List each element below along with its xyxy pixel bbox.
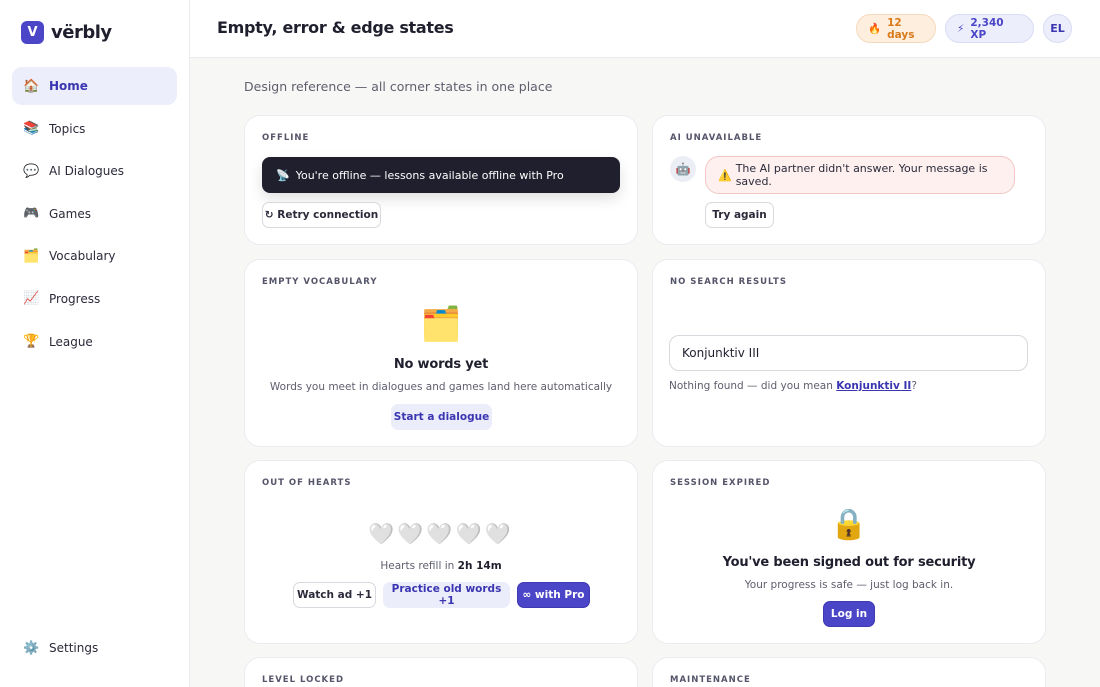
brand-logo[interactable]: V vërbly xyxy=(21,21,112,44)
sidebar-item-vocabulary[interactable]: 🗂️ Vocabulary xyxy=(12,237,177,275)
sidebar-item-label: Topics xyxy=(49,121,86,136)
sidebar-item-league[interactable]: 🏆 League xyxy=(12,323,177,361)
sidebar-item-progress[interactable]: 📈 Progress xyxy=(12,280,177,318)
sidebar-item-label: Settings xyxy=(49,641,99,655)
search-suggestion-prefix: Nothing found — did you mean xyxy=(669,380,837,392)
card-label: NO SEARCH RESULTS xyxy=(670,277,787,287)
session-expired-description: Your progress is safe — just log back in… xyxy=(744,579,954,591)
suggestion-link[interactable]: Konjunktiv II xyxy=(836,380,911,392)
ai-unavailable-card: AI UNAVAILABLE 🤖 ⚠️ The AI partner didn'… xyxy=(652,115,1046,245)
avatar[interactable]: EL xyxy=(1043,14,1072,43)
empty-state-title: No words yet xyxy=(393,357,489,372)
start-dialogue-button[interactable]: Start a dialogue xyxy=(391,404,492,430)
sidebar-item-label: Games xyxy=(49,206,91,221)
page-subtitle: Design reference — all corner states in … xyxy=(244,79,553,94)
try-again-button[interactable]: Try again xyxy=(705,202,774,228)
sidebar-item-topics[interactable]: 📚 Topics xyxy=(12,110,177,148)
card-label: EMPTY VOCABULARY xyxy=(262,277,378,287)
card-label: AI UNAVAILABLE xyxy=(670,133,763,143)
brand-mark: V xyxy=(21,21,44,44)
hearts-refill-prefix: Hearts refill in xyxy=(380,560,458,572)
home-icon: 🏠 xyxy=(23,78,40,94)
streak-badge[interactable]: 🔥 12 days xyxy=(856,14,936,43)
lightning-icon: ⚡ xyxy=(957,22,965,35)
no-search-results-card: NO SEARCH RESULTS Nothing found — did yo… xyxy=(652,259,1046,447)
offline-card: OFFLINE 📡 You're offline — lessons avail… xyxy=(244,115,638,245)
sidebar-settings: ⚙️ Settings xyxy=(12,629,177,672)
chart-up-icon: 📈 xyxy=(23,291,40,307)
sidebar-item-games[interactable]: 🎮 Games xyxy=(12,195,177,233)
white-heart-icon: 🤍🤍🤍🤍🤍 xyxy=(368,522,514,546)
offline-banner: 📡 You're offline — lessons available off… xyxy=(262,157,620,193)
gear-icon: ⚙️ xyxy=(23,640,40,656)
xp-label: 2,340 XP xyxy=(970,16,1004,41)
satellite-antenna-icon: 📡 xyxy=(276,168,290,182)
retry-connection-button[interactable]: ↻ Retry connection xyxy=(262,202,381,228)
card-index-icon: 🗂️ xyxy=(420,304,462,343)
maintenance-card: MAINTENANCE xyxy=(652,657,1046,687)
xp-badge[interactable]: ⚡ 2,340 XP xyxy=(945,14,1034,43)
watch-ad-button[interactable]: Watch ad +1 xyxy=(293,582,376,608)
sidebar-item-label: League xyxy=(49,334,93,349)
sidebar-nav: 🏠 Home 📚 Topics 💬 AI Dialogues 🎮 Games 🗂… xyxy=(12,67,177,365)
sidebar-item-home[interactable]: 🏠 Home xyxy=(12,67,177,105)
robot-icon: 🤖 xyxy=(670,156,696,182)
session-expired-card: SESSION EXPIRED 🔒 You've been signed out… xyxy=(652,460,1046,644)
level-locked-card: LEVEL LOCKED xyxy=(244,657,638,687)
speech-bubble-icon: 💬 xyxy=(23,163,40,179)
search-input[interactable] xyxy=(669,335,1028,371)
offline-banner-text: You're offline — lessons available offli… xyxy=(295,168,564,182)
log-in-button[interactable]: Log in xyxy=(823,601,875,627)
empty-state-description: Words you meet in dialogues and games la… xyxy=(269,381,613,393)
ai-error-text: The AI partner didn't answer. Your messa… xyxy=(735,162,988,188)
sidebar-item-label: AI Dialogues xyxy=(49,164,125,179)
out-of-hearts-card: OUT OF HEARTS 🤍🤍🤍🤍🤍 Hearts refill in 2h … xyxy=(244,460,638,644)
sidebar-item-ai-dialogues[interactable]: 💬 AI Dialogues xyxy=(12,152,177,190)
sidebar: V vërbly 🏠 Home 📚 Topics 💬 AI Dialogues … xyxy=(0,0,190,687)
search-suggestion: Nothing found — did you mean Konjunktiv … xyxy=(669,380,917,392)
warning-icon: ⚠️ xyxy=(718,168,732,182)
streak-label: 12 days xyxy=(887,16,915,41)
lock-icon: 🔒 xyxy=(830,507,868,542)
page-title: Empty, error & edge states xyxy=(217,18,454,37)
card-label: LEVEL LOCKED xyxy=(262,675,345,685)
card-label: OUT OF HEARTS xyxy=(262,478,352,488)
game-controller-icon: 🎮 xyxy=(23,206,40,222)
sidebar-item-settings[interactable]: ⚙️ Settings xyxy=(12,629,177,667)
trophy-icon: 🏆 xyxy=(23,334,40,350)
ai-error-message: ⚠️ The AI partner didn't answer. Your me… xyxy=(705,156,1015,194)
hearts-refill-timer: Hearts refill in 2h 14m xyxy=(245,560,637,572)
flame-icon: 🔥 xyxy=(868,23,882,35)
empty-vocabulary-card: EMPTY VOCABULARY 🗂️ No words yet Words y… xyxy=(244,259,638,447)
search-suggestion-suffix: ? xyxy=(911,380,917,392)
session-expired-title: You've been signed out for security xyxy=(722,555,976,570)
get-pro-button[interactable]: ∞ with Pro xyxy=(517,582,590,608)
brand-name: vërbly xyxy=(51,22,112,43)
sidebar-item-label: Vocabulary xyxy=(49,249,116,264)
card-label: OFFLINE xyxy=(262,133,310,143)
practice-old-words-button[interactable]: Practice old words +1 xyxy=(383,582,510,608)
sidebar-item-label: Progress xyxy=(49,291,101,306)
hearts-refill-time: 2h 14m xyxy=(457,560,502,572)
card-label: MAINTENANCE xyxy=(670,675,751,685)
card-index-icon: 🗂️ xyxy=(23,248,40,264)
sidebar-item-label: Home xyxy=(49,79,88,93)
top-header: Empty, error & edge states 🔥 12 days ⚡ 2… xyxy=(190,0,1100,58)
card-label: SESSION EXPIRED xyxy=(670,478,771,488)
books-icon: 📚 xyxy=(23,121,40,137)
